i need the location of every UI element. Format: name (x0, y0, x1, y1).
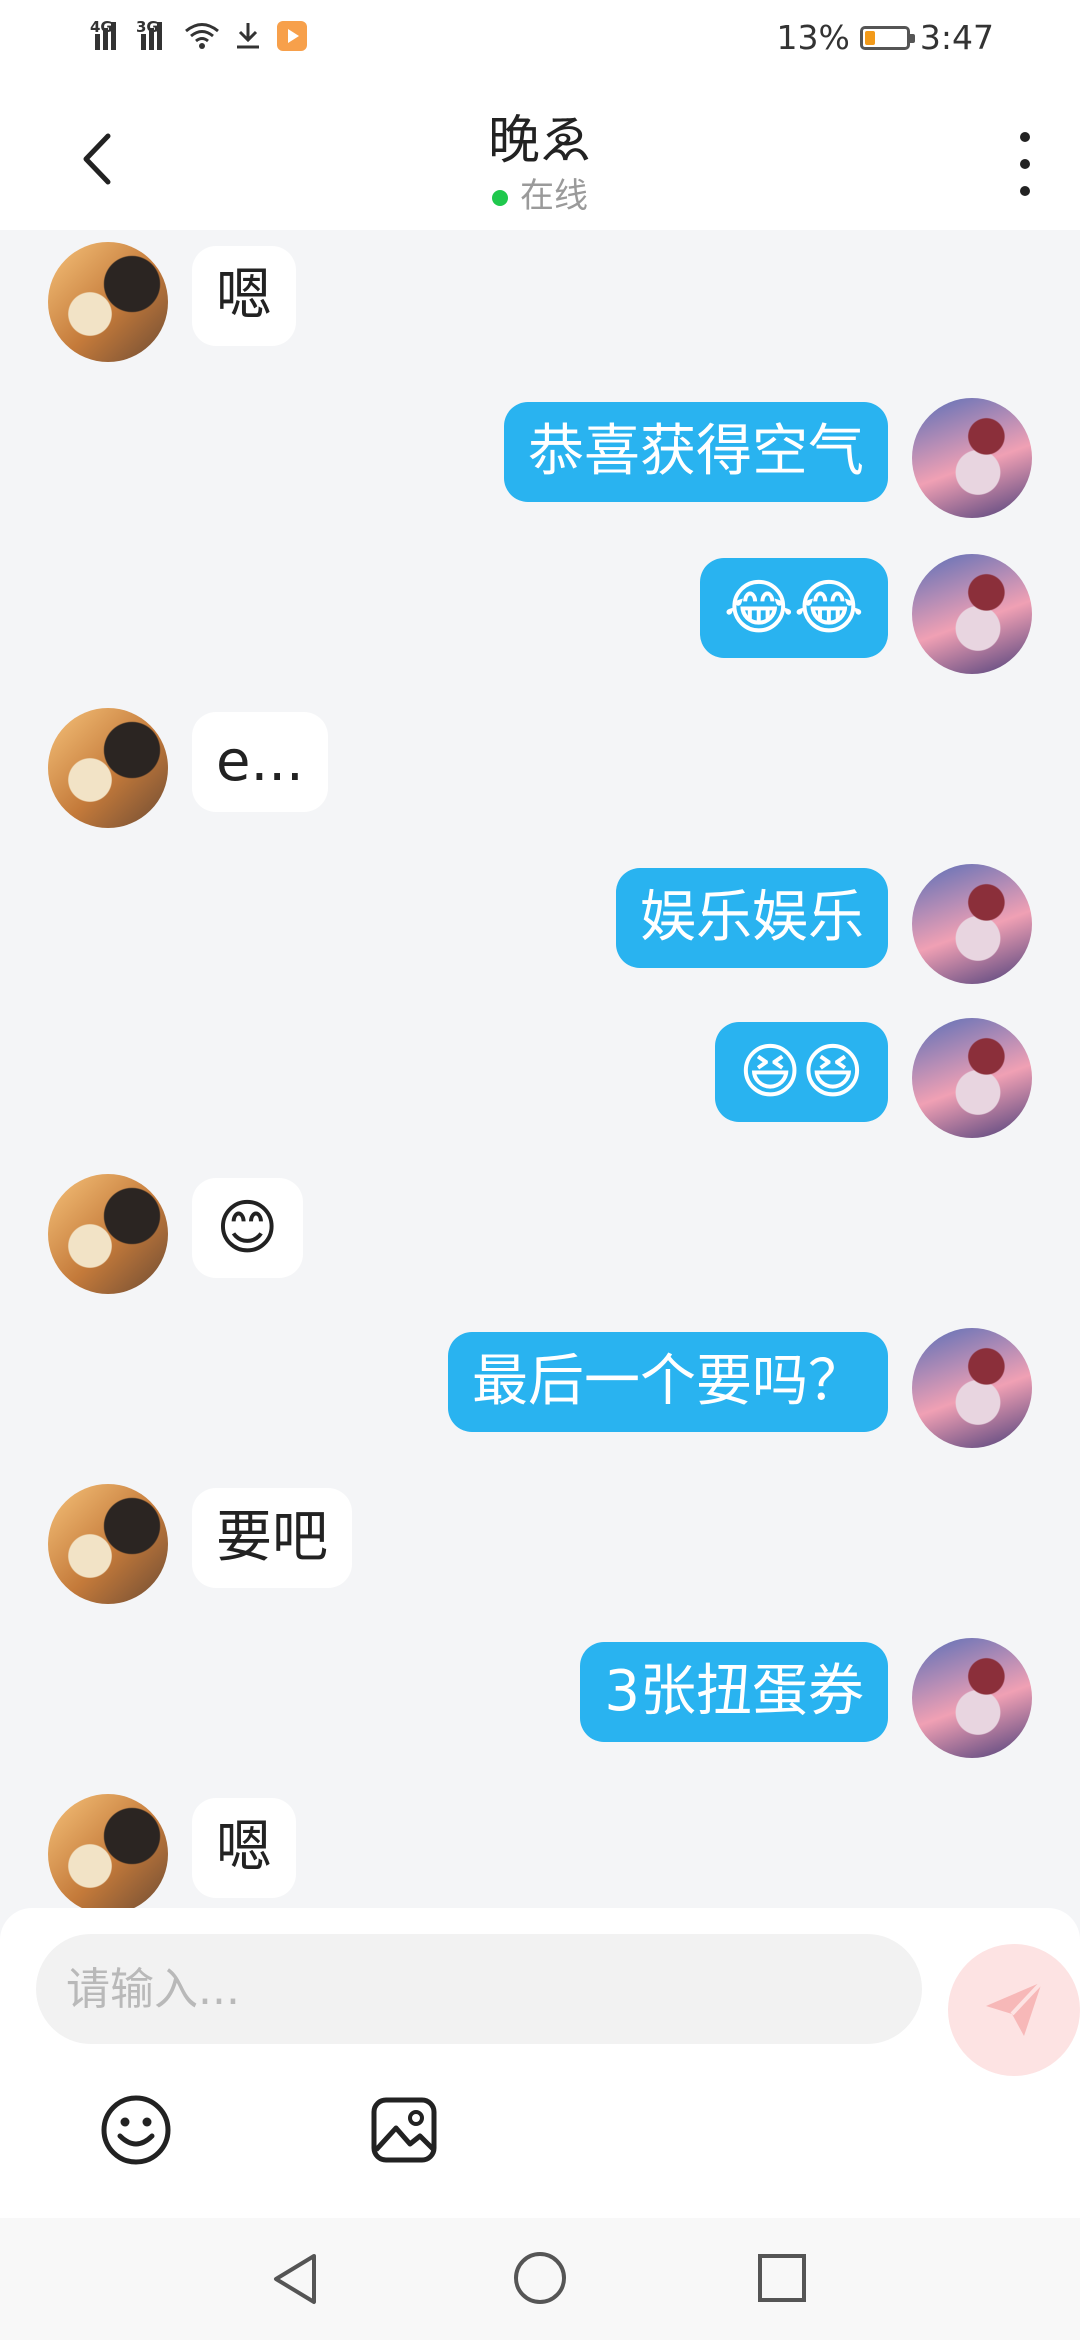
my-avatar[interactable] (912, 864, 1032, 984)
download-icon (237, 23, 259, 49)
app-notification-icon (277, 21, 307, 51)
message-bubble[interactable]: 😂😂 (699, 558, 888, 658)
my-avatar[interactable] (912, 554, 1032, 674)
nav-home-icon[interactable] (514, 2252, 566, 2304)
my-avatar[interactable] (912, 398, 1032, 518)
message-row-outgoing: 娱乐娱乐 (0, 864, 1080, 994)
message-bubble[interactable]: 嗯 (192, 246, 296, 346)
nav-back-icon[interactable] (270, 2252, 320, 2306)
message-bubble[interactable]: 😆😆 (714, 1022, 888, 1122)
message-bubble[interactable]: 3张扭蛋券 (580, 1642, 888, 1742)
clock: 3:47 (919, 18, 994, 57)
message-bubble[interactable]: 恭喜获得空气 (504, 402, 888, 502)
status-bar: 4G 3G 13% 3:47 (0, 0, 1080, 84)
my-avatar[interactable] (912, 1638, 1032, 1758)
contact-avatar[interactable] (48, 708, 168, 828)
message-bubble[interactable]: 😊 (192, 1178, 303, 1278)
message-row-incoming: 嗯 (0, 1794, 1080, 1910)
message-input[interactable] (36, 1934, 922, 2044)
message-bubble[interactable]: e... (192, 712, 328, 812)
contact-avatar[interactable] (48, 1794, 168, 1910)
contact-avatar[interactable] (48, 1484, 168, 1604)
system-nav-bar (0, 2218, 1080, 2340)
battery-icon (859, 25, 915, 50)
online-dot (492, 189, 508, 206)
signal-4g-icon: 4G (90, 18, 124, 50)
smiley-icon[interactable] (96, 2090, 176, 2170)
image-icon[interactable] (364, 2090, 444, 2170)
message-row-outgoing: 最后一个要吗？ (0, 1328, 1080, 1458)
message-row-incoming: 要吧 (0, 1484, 1080, 1614)
message-row-outgoing: 恭喜获得空气 (0, 398, 1080, 528)
online-status-label: 在线 (520, 176, 588, 216)
message-bubble[interactable]: 要吧 (192, 1488, 352, 1588)
nav-recent-apps-icon[interactable] (758, 2254, 806, 2302)
status-right: 13% 3:47 (777, 18, 994, 57)
my-avatar[interactable] (912, 1018, 1032, 1138)
message-row-incoming: e... (0, 708, 1080, 838)
composer-panel (0, 1908, 1080, 2218)
message-list[interactable]: 嗯 恭喜获得空气 😂😂 e... 娱乐娱乐 😆😆 😊 最后一个要吗？ 要吧 3张… (0, 230, 1080, 1910)
more-vertical-icon[interactable] (1010, 132, 1040, 196)
message-row-incoming: 😊 (0, 1174, 1080, 1304)
message-row-incoming: 嗯 (0, 242, 1080, 372)
message-bubble[interactable]: 娱乐娱乐 (616, 868, 888, 968)
message-bubble[interactable]: 嗯 (192, 1798, 296, 1898)
message-row-outgoing: 😆😆 (0, 1018, 1080, 1148)
network-type-label: 4G (90, 18, 113, 36)
online-status: 在线 (0, 168, 1080, 217)
my-avatar[interactable] (912, 1328, 1032, 1448)
wifi-icon (185, 23, 219, 49)
battery-percent: 13% (776, 18, 850, 57)
contact-name: 晚ゑ (487, 111, 592, 171)
send-button[interactable] (948, 1944, 1080, 2076)
message-row-outgoing: 😂😂 (0, 554, 1080, 684)
message-row-outgoing: 3张扭蛋券 (0, 1638, 1080, 1768)
contact-avatar[interactable] (48, 242, 168, 362)
signal-3g-icon: 3G (136, 18, 170, 50)
send-icon (986, 1980, 1044, 2036)
contact-avatar[interactable] (48, 1174, 168, 1294)
chat-header: 晚ゑ 在线 (0, 84, 1080, 230)
status-left: 4G 3G (90, 18, 308, 52)
message-bubble[interactable]: 最后一个要吗？ (448, 1332, 888, 1432)
network-type-label: 3G (136, 18, 159, 36)
